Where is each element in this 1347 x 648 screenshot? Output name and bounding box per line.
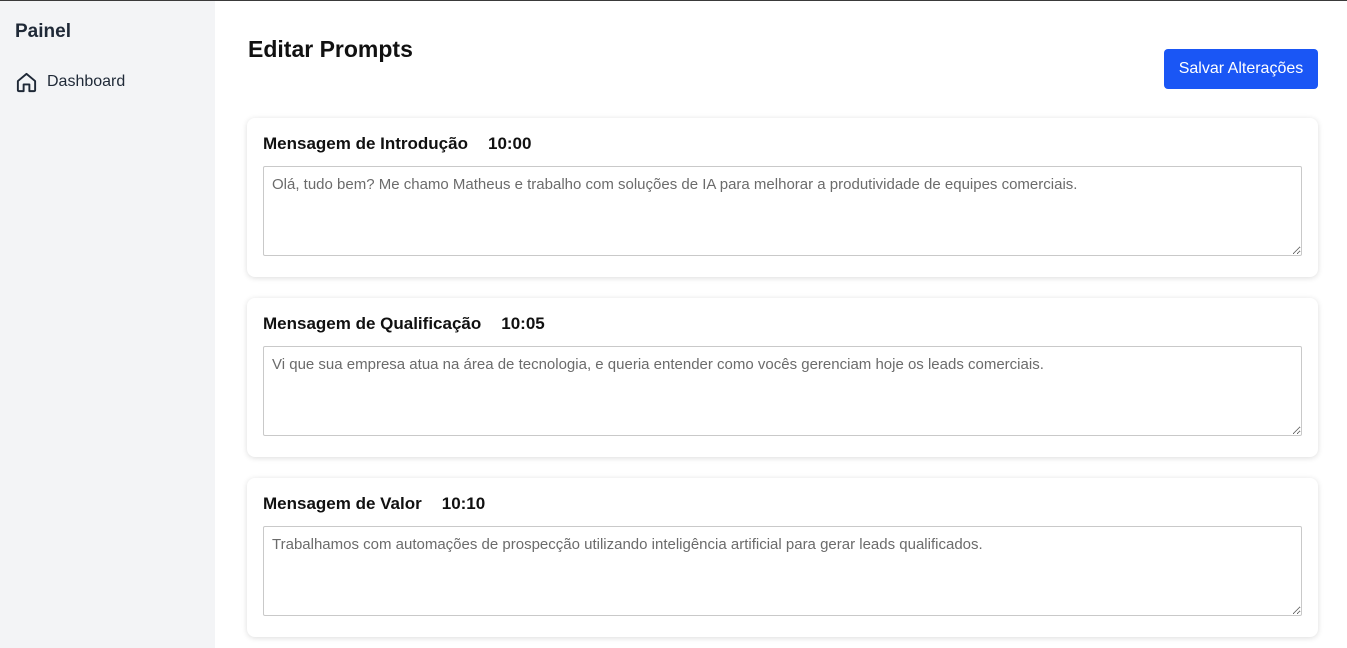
home-icon xyxy=(15,71,38,94)
card-title: Mensagem de Valor xyxy=(263,494,422,513)
save-button[interactable]: Salvar Alterações xyxy=(1164,49,1318,89)
card-header: Mensagem de Qualificação 10:05 xyxy=(263,314,545,334)
card-title: Mensagem de Qualificação xyxy=(263,314,482,333)
card-header: Mensagem de Valor 10:10 xyxy=(263,494,485,514)
card-title: Mensagem de Introdução xyxy=(263,134,468,153)
sidebar-title: Painel xyxy=(15,21,71,42)
prompt-textarea[interactable]: Olá, tudo bem? Me chamo Matheus e trabal… xyxy=(263,166,1302,256)
sidebar: Painel Dashboard xyxy=(0,1,215,648)
prompt-textarea[interactable]: Trabalhamos com automações de prospecção… xyxy=(263,526,1302,616)
main-content: Editar Prompts Salvar Alterações Mensage… xyxy=(215,1,1347,648)
card-time: 10:10 xyxy=(441,494,486,513)
sidebar-item-label: Dashboard xyxy=(47,73,126,90)
prompt-textarea[interactable]: Vi que sua empresa atua na área de tecno… xyxy=(263,346,1302,436)
prompt-card-qualificacao: Mensagem de Qualificação 10:05 Vi que su… xyxy=(247,298,1318,457)
card-header: Mensagem de Introdução 10:00 xyxy=(263,134,531,154)
page-title: Editar Prompts xyxy=(248,36,413,62)
sidebar-item-dashboard[interactable]: Dashboard xyxy=(15,69,125,95)
card-time: 10:05 xyxy=(501,314,545,333)
prompt-card-valor: Mensagem de Valor 10:10 Trabalhamos com … xyxy=(247,478,1318,637)
prompt-card-introducao: Mensagem de Introdução 10:00 Olá, tudo b… xyxy=(247,118,1318,277)
card-time: 10:00 xyxy=(487,134,532,153)
